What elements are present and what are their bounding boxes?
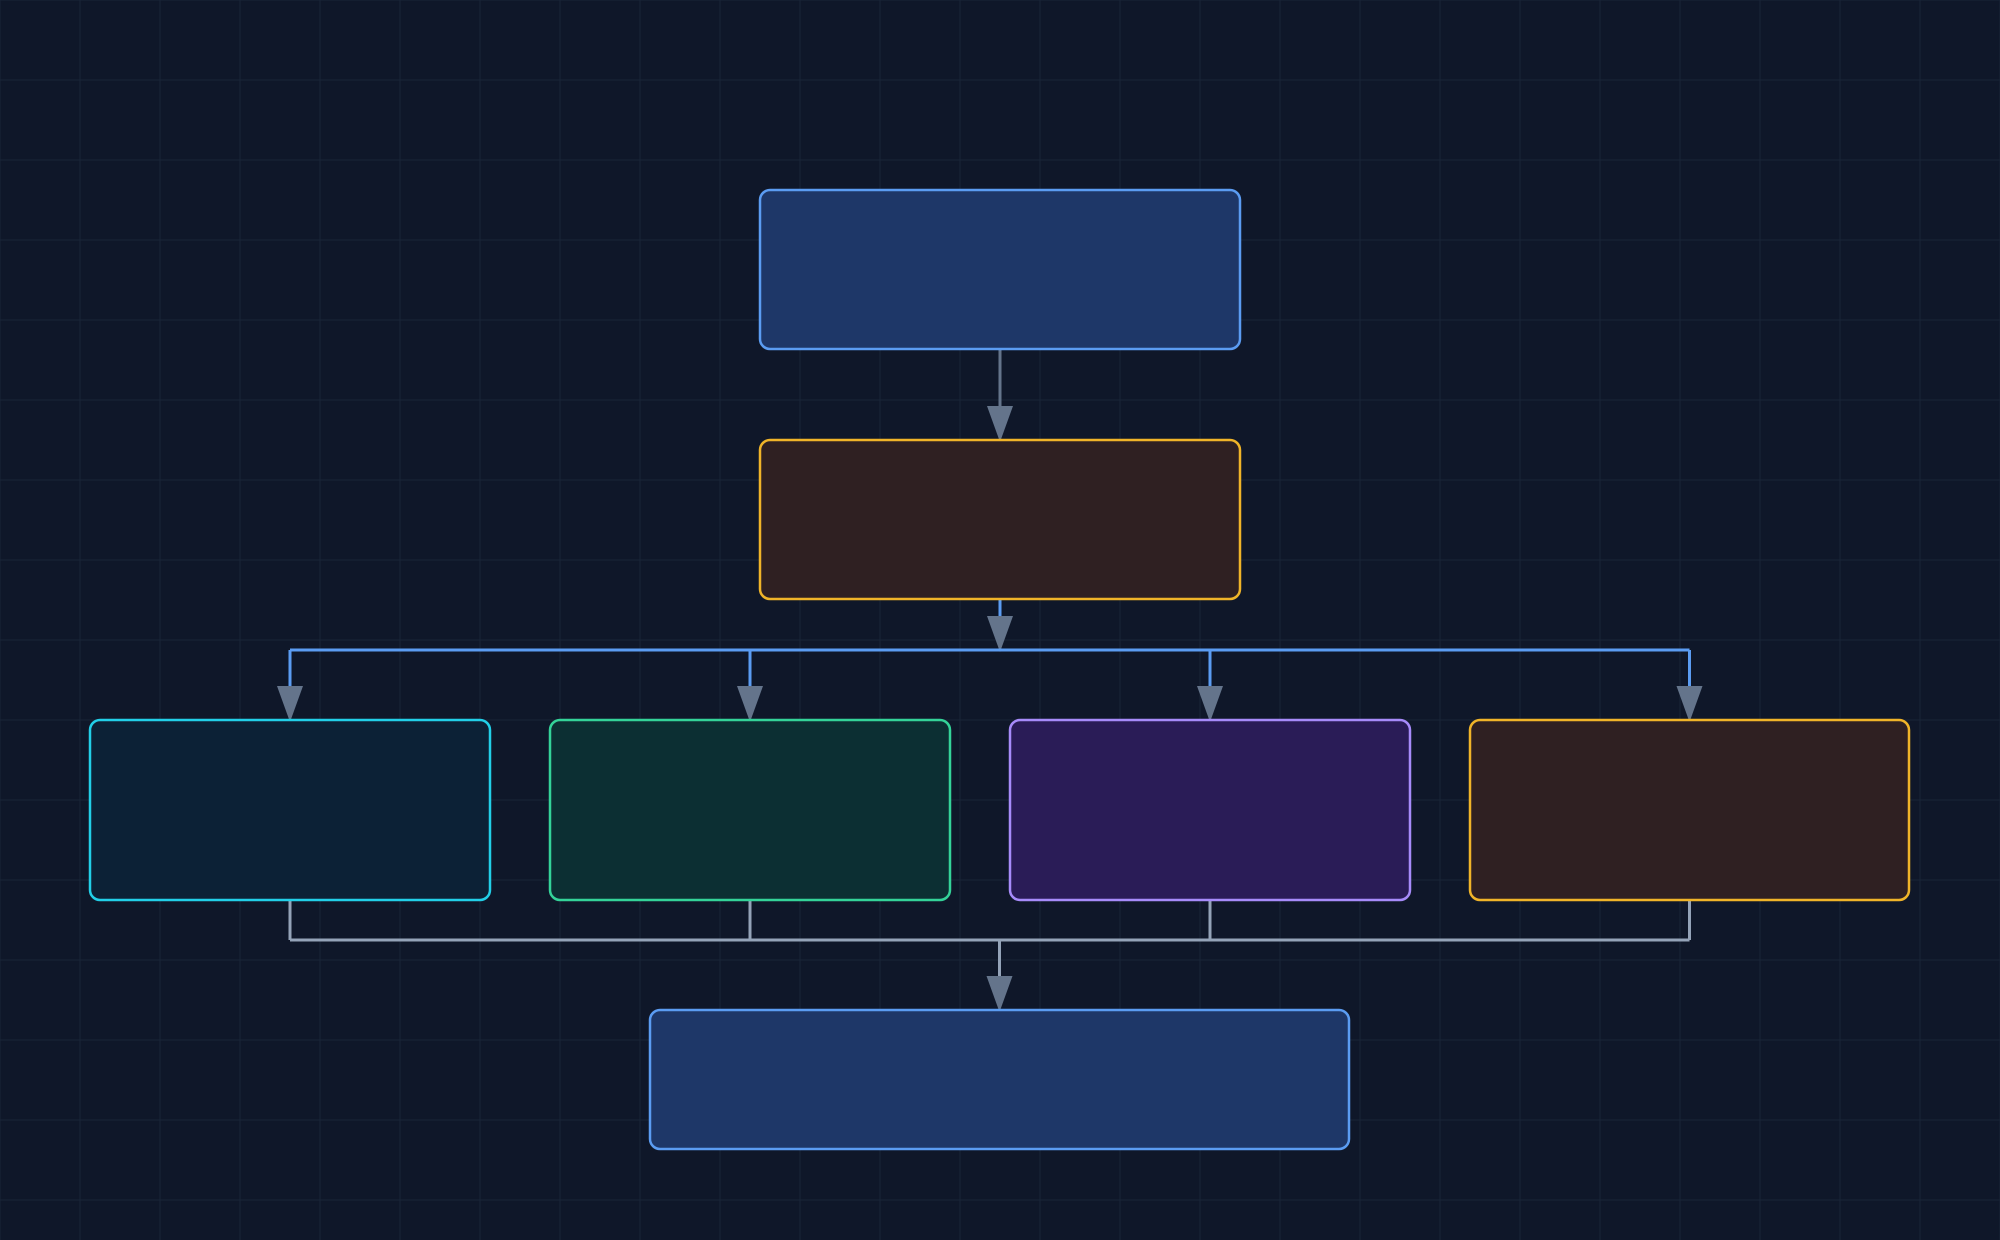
node-box: [1008, 718, 1412, 902]
arrowhead-icon: [1197, 686, 1223, 722]
node-box: [758, 188, 1242, 351]
flow-node-bottom[interactable]: [648, 1008, 1351, 1151]
arrowhead-icon: [986, 976, 1013, 1012]
arrowhead-icon: [987, 616, 1013, 652]
flow-node-branch-1[interactable]: [88, 718, 492, 902]
flowchart-svg: [0, 0, 2000, 1240]
node-box: [548, 718, 952, 902]
node-box: [88, 718, 492, 902]
flow-node-branch-2[interactable]: [548, 718, 952, 902]
arrowhead-icon: [737, 686, 763, 722]
flow-node-top[interactable]: [758, 188, 1242, 351]
node-box: [648, 1008, 1351, 1151]
arrowhead-icon: [277, 686, 303, 722]
flow-node-branch-3[interactable]: [1008, 718, 1412, 902]
node-box: [1468, 718, 1911, 902]
diagram-canvas: [0, 0, 2000, 1240]
arrowhead-icon: [987, 406, 1013, 442]
node-box: [758, 438, 1242, 601]
flow-node-branch-4[interactable]: [1468, 718, 1911, 902]
flow-node-second[interactable]: [758, 438, 1242, 601]
